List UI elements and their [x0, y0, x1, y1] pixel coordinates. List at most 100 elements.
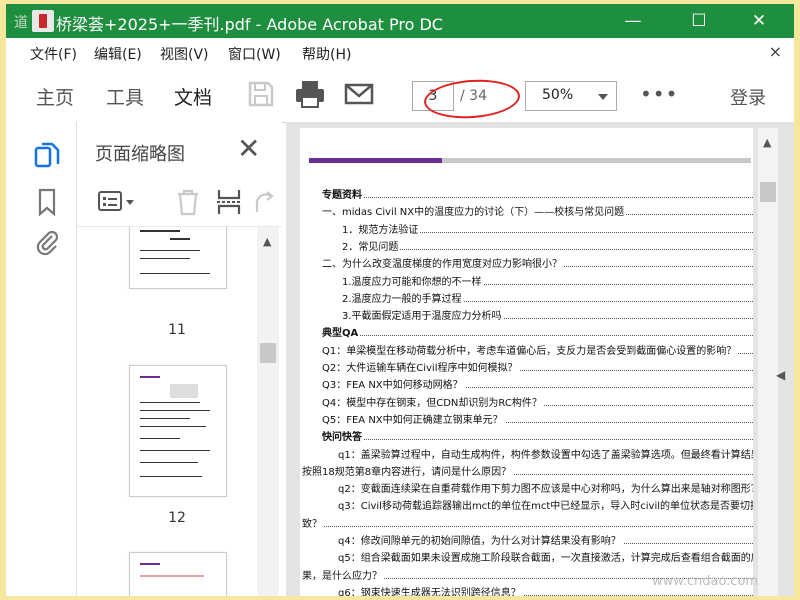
- toc-entry[interactable]: 一、midas Civil NX中的温度应力的讨论（下）——校核与常见问题: [300, 202, 753, 219]
- toc-entry-text: 专题资料: [322, 186, 364, 201]
- tab-tools[interactable]: 工具: [106, 83, 144, 110]
- thumbnails-scrollbar[interactable]: ▲: [257, 227, 279, 596]
- toc-entry-text: Q1：单梁模型在移动荷载分析中，考虑车道偏心后，支反力是否会受到截面偏心设置的影…: [322, 341, 739, 357]
- toc-entry[interactable]: q2：变截面连续梁在自重荷载作用下剪力图不应该是中心对称吗，为什么算出来是轴对称…: [300, 479, 753, 496]
- tab-home[interactable]: 主页: [36, 83, 74, 110]
- acrobat-app-icon: [32, 10, 54, 32]
- thumbnails-scroll-handle[interactable]: [260, 343, 276, 363]
- toc-leader-dots: [322, 335, 753, 337]
- toc-entry[interactable]: Q2：大件运输车辆在Civil程序中如何模拟？: [300, 358, 753, 375]
- bookmark-icon[interactable]: [37, 188, 57, 220]
- document-view[interactable]: 专题资料一、midas Civil NX中的温度应力的讨论（下）——校核与常见问…: [286, 122, 794, 596]
- navigation-rail: [6, 122, 77, 596]
- section-progress-bar: [309, 158, 751, 163]
- thumbnails-panel: 页面缩略图 ✕ 11 12 ▲: [77, 122, 282, 596]
- toc-leader-dots: [302, 525, 753, 527]
- toc-entry[interactable]: 致？: [300, 514, 753, 531]
- toc-entry[interactable]: 2.温度应力一般的手算过程: [300, 289, 753, 306]
- document-scrollbar[interactable]: ▲: [758, 128, 778, 596]
- chevron-down-icon: [598, 94, 608, 100]
- toc-entry-text: Q2：大件运输车辆在Civil程序中如何模拟？: [322, 359, 520, 374]
- zoom-select[interactable]: 50%: [525, 81, 617, 111]
- toc-entry[interactable]: 二、为什么改变温度梯度的作用宽度对应力影响很小？: [300, 254, 753, 271]
- email-icon[interactable]: [344, 79, 376, 109]
- maximize-button[interactable]: ☐: [676, 4, 722, 38]
- thumbnail-page-11[interactable]: [129, 227, 227, 289]
- toc-entry-text: q2：变截面连续梁在自重荷载作用下剪力图不应该是中心对称吗，为什么算出来是轴对称…: [338, 480, 753, 496]
- scroll-up-icon[interactable]: ▲: [263, 235, 273, 248]
- menu-window[interactable]: 窗口(W): [228, 44, 281, 64]
- page-thumbnails-icon[interactable]: [34, 142, 60, 174]
- toc-entry-text: q1：盖梁验算过程中，自动生成构件，构件参数设置中勾选了盖梁验算选项。但最终看计…: [338, 445, 753, 461]
- toc-entry[interactable]: 1．规范方法验证: [300, 220, 753, 237]
- menu-view[interactable]: 视图(V): [160, 44, 209, 64]
- toc-entry[interactable]: 典型QA: [300, 323, 753, 340]
- pdf-page: 专题资料一、midas Civil NX中的温度应力的讨论（下）——校核与常见问…: [300, 128, 753, 596]
- window-title: 桥梁荟+2025+一季刊.pdf - Adobe Acrobat Pro DC: [56, 15, 443, 34]
- toc-entry-text: q3：Civil移动荷载追踪器输出mct的单位在mct中已经显示，导入时civi…: [338, 497, 753, 513]
- toc-entry-text: 致？: [302, 514, 324, 530]
- close-window-button[interactable]: ✕: [736, 4, 782, 38]
- tab-document[interactable]: 文档: [174, 83, 212, 110]
- delete-page-icon[interactable]: [175, 188, 201, 220]
- extract-page-icon[interactable]: [215, 188, 243, 220]
- thumbnail-label-11: 11: [168, 322, 186, 338]
- document-scroll-handle[interactable]: [760, 182, 776, 202]
- toc-entry-text: 2．常见问题: [342, 237, 401, 253]
- toc-entry-text: 果，是什么应力？: [302, 566, 384, 582]
- thumbnail-page-13[interactable]: [129, 552, 227, 596]
- toc-entry-text: 典型QA: [322, 324, 361, 340]
- rotate-page-icon[interactable]: [253, 188, 275, 220]
- toc-entry[interactable]: Q4：模型中存在钢束，但CDN却识别为RC构件？: [300, 393, 753, 410]
- panel-close-icon[interactable]: ✕: [237, 132, 260, 165]
- attachment-icon[interactable]: [34, 228, 60, 260]
- minimize-button[interactable]: —: [610, 4, 656, 38]
- toc-entry-text: 1．规范方法验证: [342, 220, 421, 236]
- toc-entry-text: 2.温度应力一般的手算过程: [342, 289, 464, 305]
- toc-entry[interactable]: q1：盖梁验算过程中，自动生成构件，构件参数设置中勾选了盖梁验算选项。但最终看计…: [300, 445, 753, 462]
- toc-entry[interactable]: Q1：单梁模型在移动荷载分析中，考虑车道偏心后，支反力是否会受到截面偏心设置的影…: [300, 341, 753, 358]
- panel-toolbar: [77, 178, 282, 227]
- thumbnails-list[interactable]: 11 12 ▲: [77, 227, 282, 596]
- toc-entry[interactable]: 按照18规范第8章内容进行，请问是什么原因？: [300, 462, 753, 479]
- toc-entry-text: q4：修改间隙单元的初始间隙值，为什么对计算结果没有影响？: [338, 532, 623, 547]
- toc-leader-dots: [322, 197, 753, 198]
- print-icon[interactable]: [294, 79, 326, 109]
- toc-entry[interactable]: q3：Civil移动荷载追踪器输出mct的单位在mct中已经显示，导入时civi…: [300, 496, 753, 513]
- more-tools-button[interactable]: •••: [640, 82, 678, 106]
- corner-watermark: 道: [14, 15, 28, 31]
- toc-entry[interactable]: Q5：FEA NX中如何正确建立钢束单元？: [300, 410, 753, 427]
- toc-entry[interactable]: 3.平截面假定适用于温度应力分析吗: [300, 306, 753, 323]
- thumbnail-page-12[interactable]: [129, 365, 227, 497]
- save-icon[interactable]: [246, 79, 278, 109]
- toc-entry[interactable]: q4：修改间隙单元的初始间隙值，为什么对计算结果没有影响？: [300, 531, 753, 548]
- menu-edit[interactable]: 编辑(E): [94, 44, 142, 64]
- login-button[interactable]: 登录: [730, 84, 766, 110]
- toc-entry-text: Q3：FEA NX中如何移动网格？: [322, 376, 465, 392]
- panel-title: 页面缩略图: [95, 144, 185, 165]
- toc-entry[interactable]: 专题资料: [300, 185, 753, 202]
- zoom-value: 50%: [542, 87, 574, 103]
- section-progress-fill: [309, 158, 442, 163]
- menu-help[interactable]: 帮助(H): [302, 44, 351, 64]
- toc-entry[interactable]: q5：组合梁截面如果未设置成施工阶段联合截面，一次直接激活，计算完成后查看组合截…: [300, 548, 753, 565]
- toc-leader-dots: [342, 248, 753, 250]
- toc-entry-text: Q4：模型中存在钢束，但CDN却识别为RC构件？: [322, 393, 544, 409]
- toc-entry-text: 1.温度应力可能和你想的不一样: [342, 272, 484, 288]
- toc-entry-text: 按照18规范第8章内容进行，请问是什么原因？: [302, 462, 514, 478]
- toc-entry[interactable]: 1.温度应力可能和你想的不一样: [300, 272, 753, 289]
- toc-entry[interactable]: Q3：FEA NX中如何移动网格？: [300, 375, 753, 392]
- toc-entry[interactable]: 快问快答: [300, 427, 753, 444]
- toc-entry-text: 快问快答: [322, 428, 364, 444]
- toc-entry[interactable]: 2．常见问题: [300, 237, 753, 254]
- doc-scroll-up-icon[interactable]: ▲: [763, 136, 773, 149]
- toc-entry-text: Q5：FEA NX中如何正确建立钢束单元？: [322, 410, 505, 426]
- menu-close-icon[interactable]: ×: [769, 42, 782, 61]
- expand-right-panel-icon[interactable]: ◀: [776, 368, 785, 382]
- menu-file[interactable]: 文件(F): [30, 44, 77, 64]
- toc-entry-text: 3.平截面假定适用于温度应力分析吗: [342, 307, 504, 323]
- toc-entry-text: q5：组合梁截面如果未设置成施工阶段联合截面，一次直接激活，计算完成后查看组合截…: [338, 549, 753, 565]
- toc-entry-text: 一、midas Civil NX中的温度应力的讨论（下）——校核与常见问题: [322, 203, 627, 219]
- thumbnail-options-icon[interactable]: [97, 190, 137, 218]
- thumbnail-label-12: 12: [168, 510, 186, 526]
